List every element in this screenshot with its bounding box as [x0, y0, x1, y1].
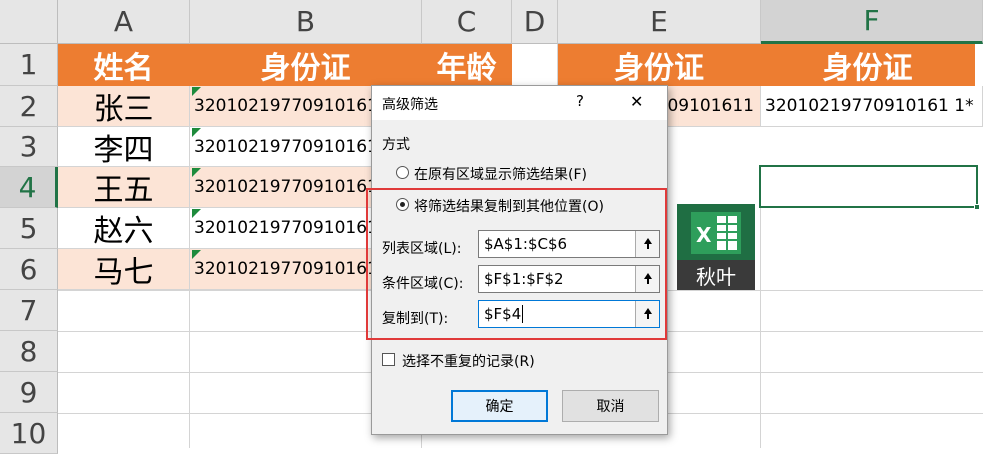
copy-to-label: 复制到(T):	[382, 311, 449, 327]
svg-text:X: X	[696, 223, 712, 247]
column-header-b[interactable]: B	[190, 0, 422, 44]
watermark-text: 秋叶	[677, 260, 755, 290]
row-header-2[interactable]: 2	[0, 86, 58, 127]
row-header-5[interactable]: 5	[0, 208, 58, 249]
cell-a2[interactable]: 张三	[58, 86, 190, 127]
row-header-8[interactable]: 8	[0, 331, 58, 372]
ok-button[interactable]: 确定	[451, 390, 548, 422]
collapse-range-icon[interactable]	[635, 301, 659, 327]
excel-logo-icon: X	[691, 212, 741, 254]
copy-to-value: $F$4	[484, 305, 522, 323]
criteria-range-label: 条件区域(C):	[382, 276, 464, 292]
error-indicator-icon	[192, 250, 201, 259]
column-header-a[interactable]: A	[58, 0, 190, 44]
column-header-d[interactable]: D	[512, 0, 558, 44]
cell-f2[interactable]: 32010219770910161 1*	[761, 86, 983, 127]
unique-records-checkbox[interactable]	[382, 353, 395, 366]
cell-a1[interactable]: 姓名	[58, 44, 190, 86]
copy-to-input[interactable]: $F$4	[478, 300, 660, 328]
cell-e1[interactable]: 身份证	[558, 44, 761, 86]
cell-f1[interactable]: 身份证	[761, 44, 975, 86]
cell-a4[interactable]: 王五	[58, 167, 190, 208]
error-indicator-icon	[192, 209, 201, 218]
list-range-input[interactable]: $A$1:$C$6	[478, 230, 660, 258]
radio-copy-to-location-label[interactable]: 将筛选结果复制到其他位置(O)	[414, 196, 604, 216]
cell-a6[interactable]: 马七	[58, 249, 190, 290]
cell-c1[interactable]: 年龄	[422, 44, 512, 86]
error-indicator-icon	[192, 168, 201, 177]
radio-filter-in-place[interactable]	[396, 166, 409, 179]
cell-b6-text: 32010219770910161	[194, 259, 378, 279]
collapse-range-icon[interactable]	[635, 231, 659, 257]
close-button[interactable]: ✕	[630, 92, 643, 111]
cancel-button[interactable]: 取消	[562, 390, 659, 422]
list-range-value: $A$1:$C$6	[484, 235, 568, 253]
radio-filter-in-place-label[interactable]: 在原有区域显示筛选结果(F)	[414, 164, 587, 184]
radio-copy-to-location[interactable]	[396, 198, 409, 211]
column-header-e[interactable]: E	[558, 0, 761, 44]
advanced-filter-dialog: 高级筛选 ? ✕ 方式 在原有区域显示筛选结果(F) 将筛选结果复制到其他位置(…	[366, 85, 668, 435]
active-cell-f4[interactable]	[759, 165, 978, 208]
row-header-7[interactable]: 7	[0, 290, 58, 331]
cell-b5-text: 32010219770910161	[194, 218, 378, 238]
error-indicator-icon	[192, 128, 201, 137]
dialog-title: 高级筛选	[382, 97, 438, 113]
row-header-1[interactable]: 1	[0, 44, 58, 86]
cell-a3[interactable]: 李四	[58, 127, 190, 167]
list-range-label: 列表区域(L):	[382, 241, 462, 257]
text-cursor	[522, 305, 524, 323]
row-header-3[interactable]: 3	[0, 127, 58, 167]
column-header-f[interactable]: F	[761, 0, 983, 44]
row-header-9[interactable]: 9	[0, 372, 58, 413]
cell-a5[interactable]: 赵六	[58, 208, 190, 249]
error-indicator-icon	[192, 87, 201, 96]
criteria-range-value: $F$1:$F$2	[484, 270, 564, 288]
cell-b4-text: 32010219770910161	[194, 177, 378, 197]
mode-section-label: 方式	[382, 137, 410, 153]
grid-line	[760, 208, 761, 448]
select-all-corner[interactable]	[0, 0, 58, 44]
grid-line	[189, 290, 190, 448]
row-header-4[interactable]: 4	[0, 167, 58, 208]
criteria-range-input[interactable]: $F$1:$F$2	[478, 265, 660, 293]
cell-b2-text: 32010219770910161	[194, 96, 378, 116]
collapse-range-icon[interactable]	[635, 266, 659, 292]
help-button[interactable]: ?	[576, 92, 584, 110]
qiuye-logo: X 秋叶	[677, 204, 755, 290]
column-header-c[interactable]: C	[422, 0, 512, 44]
fill-handle[interactable]	[974, 204, 980, 210]
cell-b3-text: 32010219770910161	[194, 136, 378, 157]
cell-d1[interactable]	[512, 44, 558, 86]
row-header-6[interactable]: 6	[0, 249, 58, 290]
unique-records-label[interactable]: 选择不重复的记录(R)	[402, 351, 535, 371]
cell-b1[interactable]: 身份证	[190, 44, 422, 86]
